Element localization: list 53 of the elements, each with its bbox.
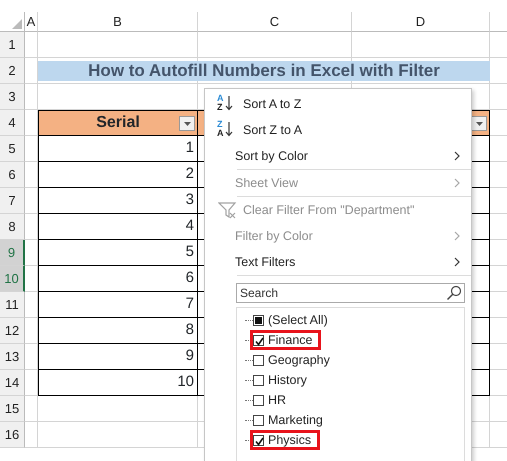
checkbox[interactable] — [253, 394, 264, 406]
table-cell: 6 — [38, 266, 198, 292]
table-cell: 4 — [38, 214, 198, 240]
row-header[interactable]: 14 — [0, 370, 25, 396]
caret-icon — [184, 122, 190, 126]
row-header[interactable]: 1 — [0, 32, 25, 58]
filter-dropdown-button[interactable] — [179, 116, 195, 131]
checkbox[interactable] — [253, 374, 264, 386]
filter-value-option[interactable]: History — [250, 370, 316, 390]
checkbox[interactable] — [253, 314, 264, 326]
clear-filter-icon — [218, 201, 238, 219]
menu-item[interactable]: Z A Sort Z to A — [205, 117, 471, 143]
table-cell: 9 — [38, 344, 198, 370]
filter-value-option[interactable]: HR — [250, 390, 296, 410]
row-header[interactable]: 3 — [0, 84, 25, 110]
filter-value-option[interactable]: Geography — [250, 350, 339, 370]
filter-value-option[interactable]: Physics — [250, 430, 320, 450]
table-cell: 3 — [38, 188, 198, 214]
table-cell: 10 — [38, 370, 198, 396]
row-header[interactable]: 4 — [0, 110, 25, 136]
row-header[interactable]: 13 — [0, 344, 25, 370]
table-cell: 7 — [38, 292, 198, 318]
row-header[interactable]: 6 — [0, 162, 25, 188]
table-header-cell: Serial — [38, 110, 198, 136]
caret-icon — [476, 122, 482, 126]
table-cell: 2 — [38, 162, 198, 188]
row-header[interactable]: 16 — [0, 422, 25, 448]
table-cell: 5 — [38, 240, 198, 266]
checkbox[interactable] — [253, 434, 264, 446]
search-field[interactable]: Search — [236, 283, 465, 303]
row-header[interactable]: 12 — [0, 318, 25, 344]
checkbox[interactable] — [253, 334, 264, 346]
search-icon — [446, 285, 462, 301]
menu-item[interactable]: Text Filters — [205, 249, 471, 275]
row-header[interactable]: 9 — [0, 240, 25, 266]
row-header[interactable]: 2 — [0, 58, 25, 84]
row-header[interactable]: 7 — [0, 188, 25, 214]
checkbox[interactable] — [253, 414, 264, 426]
row-header[interactable]: 5 — [0, 136, 25, 162]
filter-value-option[interactable]: (Select All) — [250, 310, 337, 330]
filter-dropdown-button[interactable] — [471, 116, 487, 131]
filter-value-option[interactable]: Marketing — [250, 410, 332, 430]
row-header[interactable]: 11 — [0, 292, 25, 318]
sheet-title: How to Autofill Numbers in Excel with Filter — [38, 61, 490, 81]
table-cell: 8 — [38, 318, 198, 344]
checkbox[interactable] — [253, 354, 264, 366]
row-header[interactable]: 15 — [0, 396, 25, 422]
menu-item[interactable]: Sort by Color — [205, 143, 471, 169]
row-header[interactable]: 8 — [0, 214, 25, 240]
row-header[interactable]: 10 — [0, 266, 25, 292]
menu-item[interactable]: A Z Sort A to Z — [205, 91, 471, 117]
filter-value-option[interactable]: Finance — [250, 330, 322, 350]
table-cell: 1 — [38, 136, 198, 162]
